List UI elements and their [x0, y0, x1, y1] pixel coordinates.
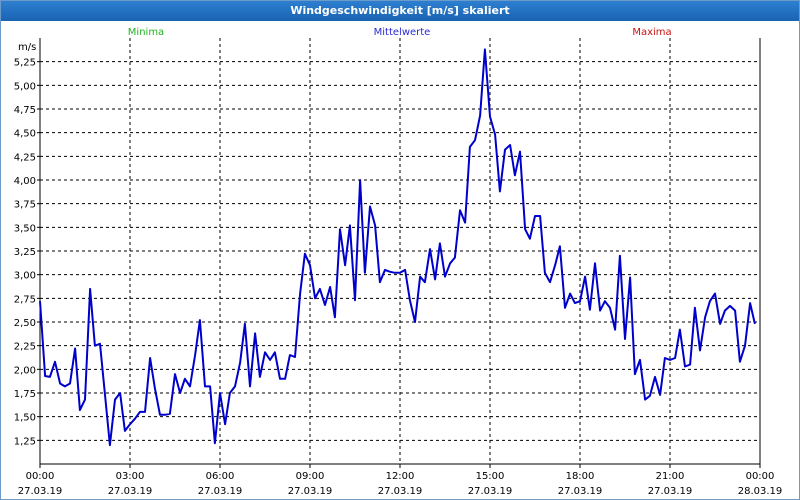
y-tick-label: 3,00	[14, 271, 36, 282]
x-tick-date: 27.03.19	[558, 486, 603, 497]
y-tick-label: 5,25	[14, 58, 36, 69]
x-tick-time: 00:00	[26, 471, 55, 482]
legend-maxima: Maxima	[632, 27, 671, 38]
y-tick-label: 3,50	[14, 223, 36, 234]
x-tick-date: 27.03.19	[198, 486, 243, 497]
legend-mittelwerte: Mittelwerte	[374, 27, 431, 38]
y-tick-label: 2,50	[14, 318, 36, 329]
y-tick-label: 4,50	[14, 129, 36, 140]
x-tick-date: 27.03.19	[108, 486, 153, 497]
legend-minima: Minima	[128, 27, 164, 38]
x-tick-time: 06:00	[206, 471, 235, 482]
chart-svg: m/s Minima Mittelwerte Maxima 1,251,501,…	[14, 27, 783, 497]
x-tick-date: 28.03.19	[738, 486, 783, 497]
y-tick-label: 2,75	[14, 294, 36, 305]
y-tick-label: 1,75	[14, 389, 36, 400]
y-tick-labels: 1,25 1,50 1,75 2,00 2,25 2,50 2,75 3,00 3,25 3,50…	[14, 58, 36, 448]
x-tick-labels: 00:00 27.03.19 03:00 27.03.19 06:00 27.03.19 0…	[18, 471, 783, 497]
x-tick-date: 27.03.19	[288, 486, 333, 497]
x-tick-date: 27.03.19	[648, 486, 693, 497]
x-tick-time: 12:00	[386, 471, 415, 482]
y-tick-label: 4,00	[14, 176, 36, 187]
y-axis-unit: m/s	[18, 42, 36, 53]
x-tick-time: 18:00	[566, 471, 595, 482]
y-tick-label: 3,25	[14, 247, 36, 258]
y-tick-label: 2,00	[14, 365, 36, 376]
y-tick-label: 1,25	[14, 436, 36, 447]
x-tick-date: 27.03.19	[468, 486, 513, 497]
y-tick-label: 1,50	[14, 413, 36, 424]
x-tick-time: 03:00	[116, 471, 145, 482]
x-tick-date: 27.03.19	[18, 486, 63, 497]
x-tick-time: 21:00	[656, 471, 685, 482]
y-tick-label: 2,25	[14, 342, 36, 353]
y-tick-label: 4,75	[14, 105, 36, 116]
y-tick-label: 4,25	[14, 152, 36, 163]
y-tick-label: 3,75	[14, 200, 36, 211]
y-tick-label: 5,00	[14, 81, 36, 92]
x-tick-time: 00:00	[746, 471, 775, 482]
x-tick-time: 09:00	[296, 471, 325, 482]
x-tick-time: 15:00	[476, 471, 505, 482]
x-tick-date: 27.03.19	[378, 486, 423, 497]
